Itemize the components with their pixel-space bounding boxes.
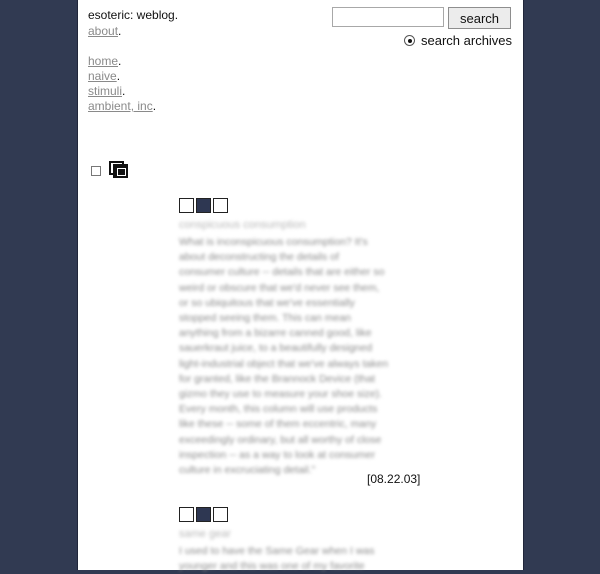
checkbox-icon[interactable]: [91, 166, 101, 176]
nav-item-home: home.: [88, 52, 156, 68]
square-outline-icon: [213, 198, 228, 213]
nav-link-naive[interactable]: naive: [88, 69, 117, 83]
post-marker-icons: [179, 198, 429, 214]
nav-menu: home. naive. stimuli. ambient, inc.: [88, 52, 157, 113]
post-marker-icons: [179, 507, 429, 523]
window-front-shape: [113, 164, 128, 178]
site-title: esoteric: weblog.: [88, 8, 179, 22]
post-title[interactable]: same gear: [179, 528, 429, 541]
nav-link-home[interactable]: home: [88, 54, 118, 68]
windows-icon[interactable]: [109, 161, 129, 179]
blog-post: conspicuous consumption What is inconspi…: [179, 198, 429, 478]
search-input[interactable]: [332, 7, 444, 27]
square-filled-icon: [196, 507, 211, 522]
nav-dot: .: [118, 54, 122, 68]
nav-dot: .: [152, 99, 157, 113]
page-container: esoteric: weblog. about. home. naive. st…: [77, 0, 524, 572]
search-archives-option[interactable]: search archives: [404, 33, 512, 48]
nav-item-naive: naive.: [88, 67, 156, 83]
search-archives-radio[interactable]: [404, 35, 415, 46]
square-outline-icon: [179, 507, 194, 522]
nav-link-stimuli[interactable]: stimuli: [88, 84, 122, 98]
about-link-row: about.: [88, 22, 121, 40]
about-link[interactable]: about: [88, 24, 118, 38]
nav-item-stimuli: stimuli.: [88, 82, 156, 98]
about-dot: .: [118, 24, 122, 38]
square-outline-icon: [179, 198, 194, 213]
search-button[interactable]: search: [448, 7, 511, 29]
search-archives-label: search archives: [421, 33, 513, 48]
post-body: What is inconspicuous consumption? It's …: [179, 236, 389, 477]
post-title[interactable]: conspicuous consumption: [179, 219, 429, 232]
post-date[interactable]: [08.22.03]: [367, 472, 420, 486]
nav-dot: .: [116, 69, 121, 83]
square-outline-icon: [213, 507, 228, 522]
blog-post: same gear I used to have the Same Gear w…: [179, 507, 429, 574]
square-filled-icon: [196, 198, 211, 213]
nav-dot: .: [122, 84, 126, 98]
nav-link-ambient[interactable]: ambient, inc: [88, 99, 153, 113]
nav-item-ambient: ambient, inc.: [88, 97, 157, 113]
